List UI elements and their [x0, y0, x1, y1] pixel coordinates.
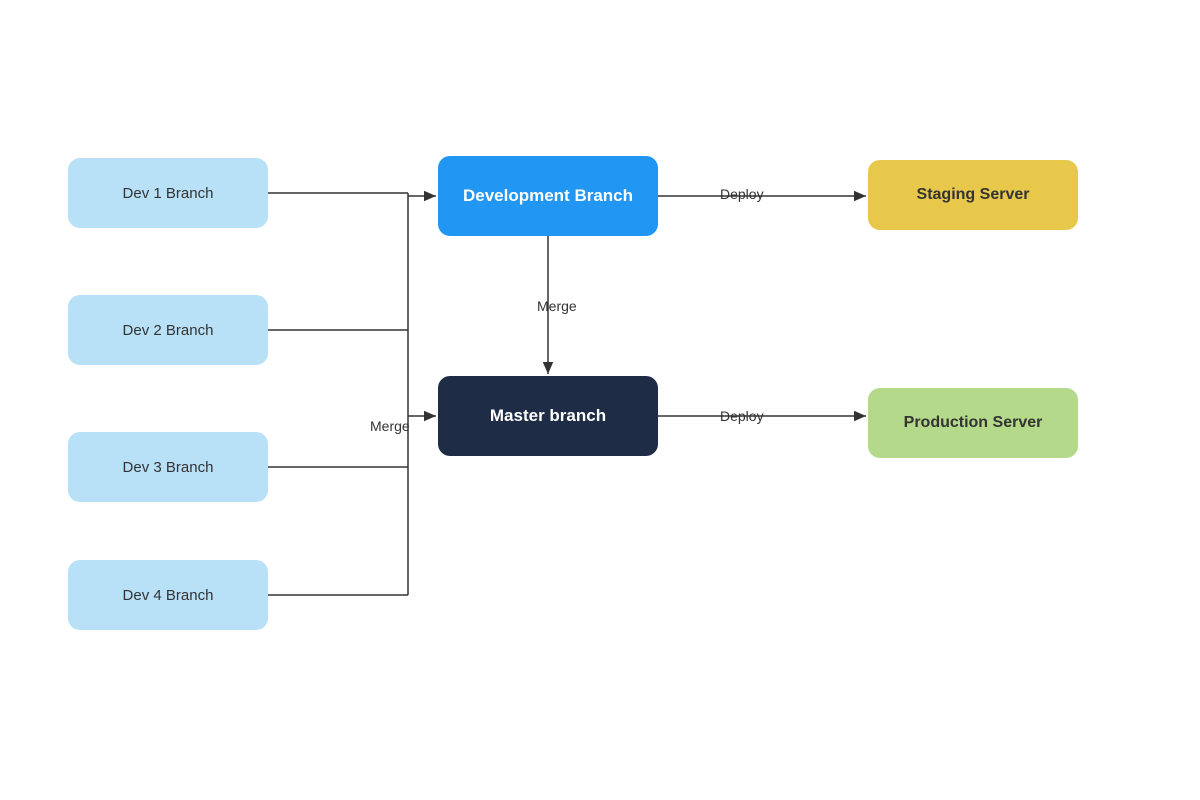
- dev4-branch-node: Dev 4 Branch: [68, 560, 268, 630]
- deploy-top-label: Deploy: [720, 186, 764, 202]
- dev2-branch-label: Dev 2 Branch: [123, 322, 214, 339]
- merge-mid-label: Merge: [537, 298, 577, 314]
- production-server-node: Production Server: [868, 388, 1078, 458]
- staging-server-label: Staging Server: [917, 186, 1030, 204]
- staging-server-node: Staging Server: [868, 160, 1078, 230]
- development-branch-node: Development Branch: [438, 156, 658, 236]
- dev2-branch-node: Dev 2 Branch: [68, 295, 268, 365]
- diagram: Dev 1 Branch Dev 2 Branch Dev 3 Branch D…: [0, 0, 1200, 800]
- merge-left-label: Merge: [370, 418, 410, 434]
- deploy-bottom-label: Deploy: [720, 408, 764, 424]
- dev3-branch-label: Dev 3 Branch: [123, 459, 214, 476]
- master-branch-label: Master branch: [490, 406, 606, 426]
- dev1-branch-label: Dev 1 Branch: [123, 185, 214, 202]
- development-branch-label: Development Branch: [463, 186, 633, 206]
- dev1-branch-node: Dev 1 Branch: [68, 158, 268, 228]
- dev3-branch-node: Dev 3 Branch: [68, 432, 268, 502]
- dev4-branch-label: Dev 4 Branch: [123, 587, 214, 604]
- master-branch-node: Master branch: [438, 376, 658, 456]
- production-server-label: Production Server: [904, 414, 1043, 432]
